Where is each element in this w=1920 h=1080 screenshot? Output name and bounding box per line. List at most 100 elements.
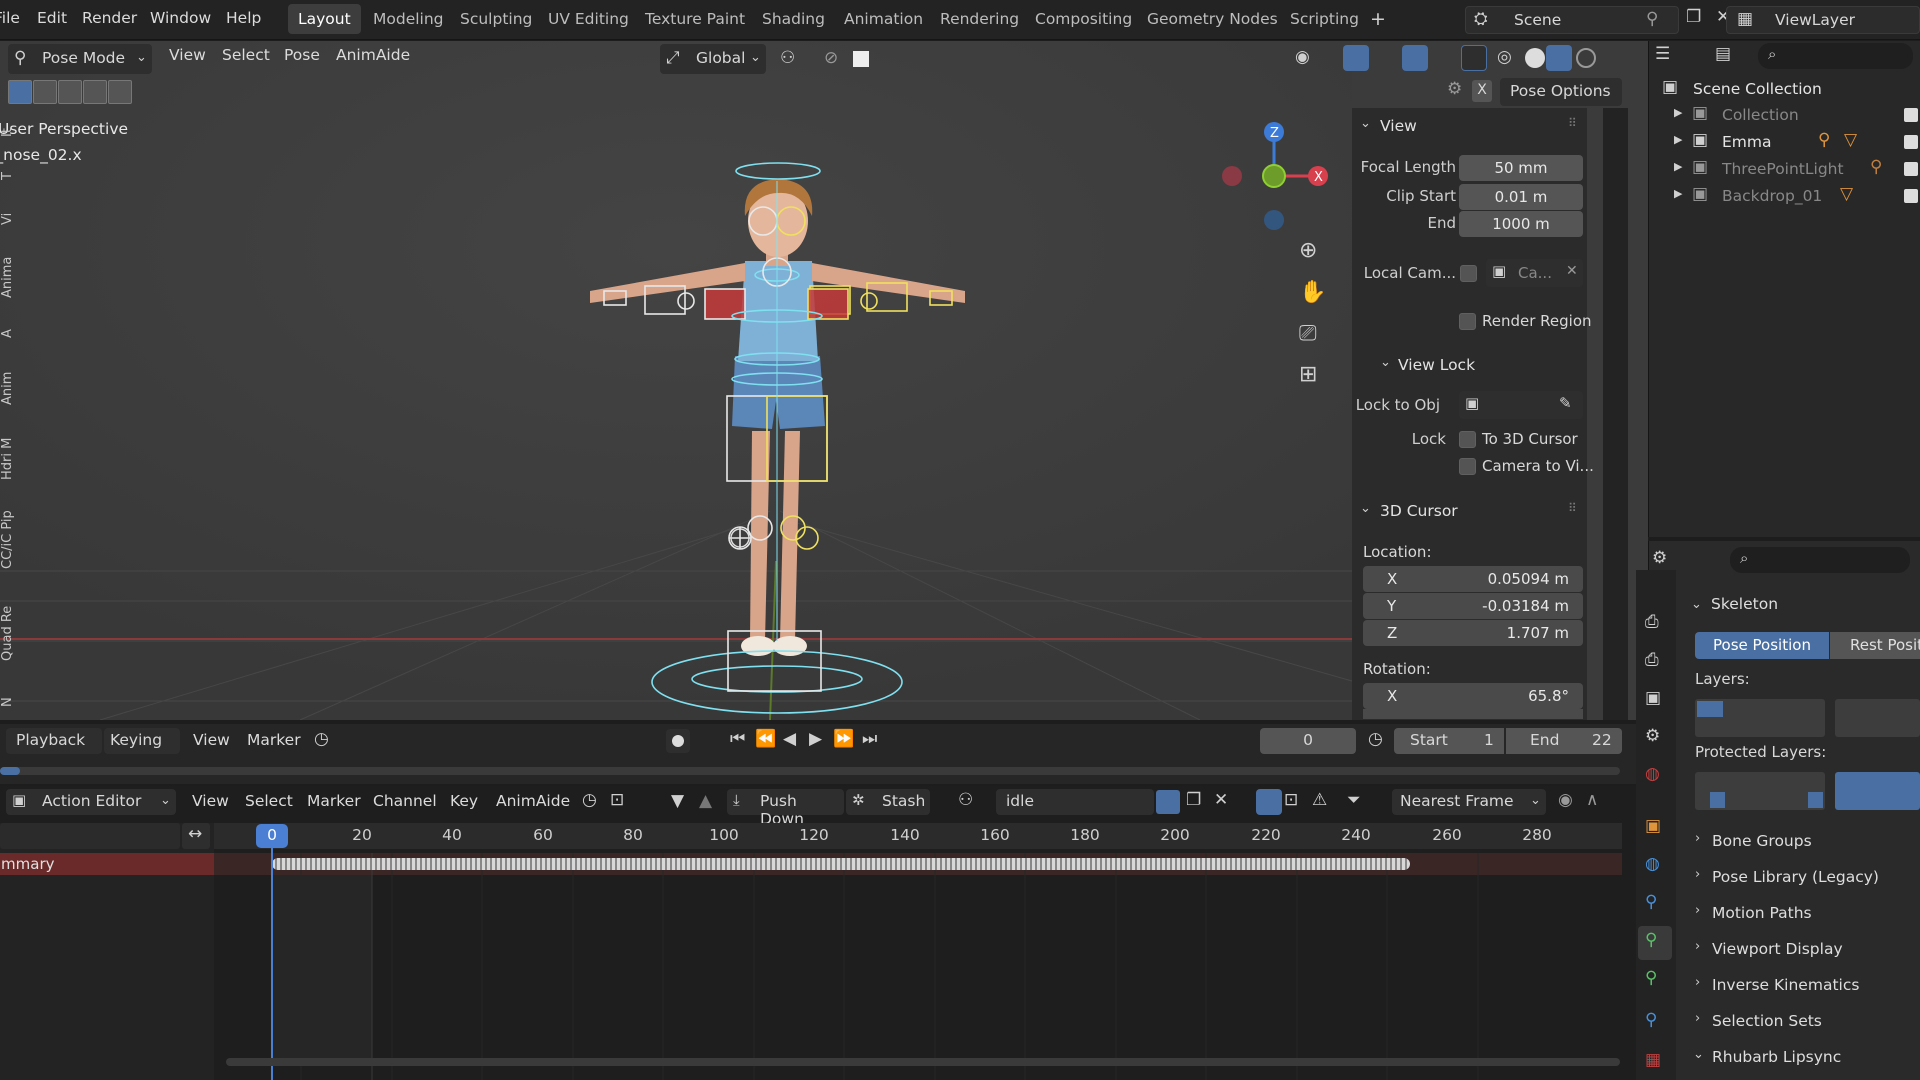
mirror-x-toggle[interactable]: X [1472, 80, 1492, 102]
jump-end-icon[interactable]: ⏭ [862, 731, 877, 748]
lock-to-cursor-checkbox[interactable] [1459, 431, 1476, 448]
tab-animation[interactable]: Animation [834, 4, 933, 34]
tab-shading[interactable]: Shading [752, 4, 835, 34]
duplicate-action-icon[interactable]: ❐ [1186, 792, 1201, 809]
tab-compositing[interactable]: Compositing [1025, 4, 1142, 34]
clip-end-field[interactable]: 1000 m [1459, 211, 1583, 237]
horizontal-scrollbar[interactable] [226, 1058, 1620, 1066]
ae-menu-select[interactable]: Select [245, 792, 293, 810]
action-browse-icon[interactable]: ⚇ [958, 792, 973, 809]
cursor-x-field[interactable]: X 0.05094 m [1363, 566, 1583, 592]
exclude-checkbox[interactable] [1904, 135, 1918, 149]
sidebar-tab-a[interactable]: A [0, 324, 25, 344]
constraint-tab-icon[interactable]: ⚲ [1645, 894, 1657, 911]
playhead-line[interactable] [271, 832, 273, 1080]
bone-tab-icon[interactable]: ⚲ [1645, 970, 1657, 987]
solid-shading-icon[interactable] [1525, 48, 1545, 68]
protected-layers-grid[interactable] [1695, 772, 1825, 810]
world-tab-icon[interactable]: ◍ [1645, 766, 1660, 783]
drag-handle-icon[interactable]: ⠿ [1568, 502, 1577, 514]
pose-position-button[interactable]: Pose Position [1695, 632, 1829, 659]
expand-arrow-icon[interactable]: ▶ [1674, 161, 1682, 172]
interpolation-icon[interactable]: ∧ [1586, 792, 1598, 809]
proportional-edit-icon[interactable]: ◉ [1558, 792, 1573, 809]
motion-paths-header[interactable]: Motion Paths [1712, 904, 1812, 922]
sidebar-tab-hdri[interactable]: Hdri M [0, 434, 25, 484]
editor-mode-dropdown[interactable]: ▣ Action Editor ⌄ [6, 789, 176, 815]
perspective-toggle-icon[interactable]: ⊞ [1299, 364, 1317, 386]
ae-menu-channel[interactable]: Channel [373, 792, 437, 810]
outliner-row-backdrop[interactable]: ▶ ▣ Backdrop_01 ▽ [1648, 183, 1920, 210]
properties-editor-type-icon[interactable]: ⚙ [1652, 550, 1667, 567]
cursor-y-field[interactable]: Y -0.03184 m [1363, 593, 1583, 619]
start-frame-field[interactable]: Start 1 [1394, 728, 1504, 754]
timeline-menu-view[interactable]: View [193, 731, 230, 749]
pose-options-dropdown[interactable]: Pose Options [1500, 78, 1622, 106]
vp-menu-animaide[interactable]: AnimAide [336, 46, 410, 64]
expand-arrow-icon[interactable]: ▶ [1674, 134, 1682, 145]
3d-cursor-header[interactable]: 3D Cursor [1380, 502, 1458, 520]
menu-file[interactable]: File [0, 9, 20, 27]
channel-search-input[interactable] [0, 823, 180, 849]
pose-transform-icon[interactable]: ⚙ [1447, 81, 1462, 98]
sidebar-tab-t[interactable]: T [0, 166, 25, 186]
expand-arrow-icon[interactable]: ▶ [1674, 107, 1682, 118]
select-intersect-icon[interactable] [108, 80, 132, 104]
material-shading-icon[interactable] [1546, 45, 1572, 71]
vp-menu-pose[interactable]: Pose [284, 46, 320, 64]
view-layer-tab-icon[interactable]: ▣ [1645, 690, 1661, 707]
outliner-row-emma[interactable]: ▶ ▣ Emma ⚲ ▽ [1648, 129, 1920, 156]
zoom-icon[interactable]: ⊕ [1299, 240, 1317, 262]
jump-start-icon[interactable]: ⏮ [730, 731, 745, 748]
navigation-gizmo[interactable]: Z X [1210, 118, 1340, 232]
sidebar-tab-quad[interactable]: Quad Re [0, 600, 25, 666]
display-mode-icon[interactable]: ▤ [1715, 46, 1731, 63]
drag-handle-icon[interactable]: ⠿ [1568, 117, 1577, 129]
tab-geometry-nodes[interactable]: Geometry Nodes [1137, 4, 1288, 34]
output-tab-icon[interactable]: ⎙ [1645, 652, 1659, 669]
pin-icon[interactable]: ⚲ [1646, 11, 1658, 28]
exclude-checkbox[interactable] [1904, 108, 1918, 122]
outliner-row-collection[interactable]: ▶ ▣ Collection [1648, 102, 1920, 129]
gizmo-toggle-icon[interactable] [1343, 45, 1369, 71]
sync-icon[interactable]: ◷ [582, 792, 597, 809]
tab-layout[interactable]: Layout [288, 4, 361, 34]
cursor-z-field[interactable]: Z 1.707 m [1363, 620, 1583, 646]
outliner-row-threepointlight[interactable]: ▶ ▣ ThreePointLight ⚲ [1648, 156, 1920, 183]
transform-orientation[interactable]: ⤢ Global ⌄ [660, 44, 766, 74]
preview-range-icon[interactable]: ◷ [1368, 731, 1383, 748]
focal-length-field[interactable]: 50 mm [1459, 155, 1583, 181]
scene-tab-icon[interactable]: ⚙ [1645, 728, 1660, 745]
snap-mode-dropdown[interactable]: Nearest Frame ⌄ [1392, 789, 1546, 815]
only-errors-icon[interactable]: ⚠ [1312, 792, 1327, 809]
modifier-tab-icon[interactable]: ◍ [1645, 856, 1660, 873]
stash-button[interactable]: ✲ Stash [846, 789, 930, 815]
select-extend-icon[interactable] [33, 80, 57, 104]
menu-edit[interactable]: Edit [37, 9, 67, 27]
mode-selector[interactable]: ⚲ Pose Mode ⌄ [8, 44, 152, 74]
texture-tab-icon[interactable]: ▦ [1645, 1052, 1661, 1069]
tab-sculpting[interactable]: Sculpting [450, 4, 542, 34]
select-new-icon[interactable] [8, 80, 32, 104]
protected-layers-grid-2[interactable] [1835, 772, 1920, 810]
properties-search-input[interactable]: ⌕ [1730, 547, 1910, 573]
ae-menu-view[interactable]: View [192, 792, 229, 810]
tab-rendering[interactable]: Rendering [930, 4, 1029, 34]
filter-icon[interactable]: ⏷ [1347, 792, 1361, 809]
summary-keyframes[interactable] [272, 858, 1410, 870]
wireframe-shading-icon[interactable]: ◎ [1497, 49, 1512, 66]
rendered-shading-icon[interactable] [1576, 48, 1596, 68]
pan-hand-icon[interactable]: ✋ [1299, 282, 1326, 304]
outliner-editor-type-icon[interactable]: ☰ [1655, 46, 1670, 63]
armature-layers-grid[interactable] [1695, 699, 1825, 737]
playback-sync-icon[interactable]: ◷ [314, 731, 329, 748]
playhead-frame-label[interactable]: 0 [256, 824, 288, 848]
only-selected-icon[interactable] [1256, 789, 1282, 815]
sidebar-tab-it[interactable]: It [0, 122, 25, 144]
proportional-icon[interactable] [853, 51, 869, 67]
menu-window[interactable]: Window [150, 9, 211, 27]
timeline-menu-marker[interactable]: Marker [247, 731, 301, 749]
skeleton-header[interactable]: Skeleton [1711, 595, 1778, 613]
ae-menu-marker[interactable]: Marker [307, 792, 361, 810]
fake-user-icon[interactable] [1156, 790, 1180, 814]
